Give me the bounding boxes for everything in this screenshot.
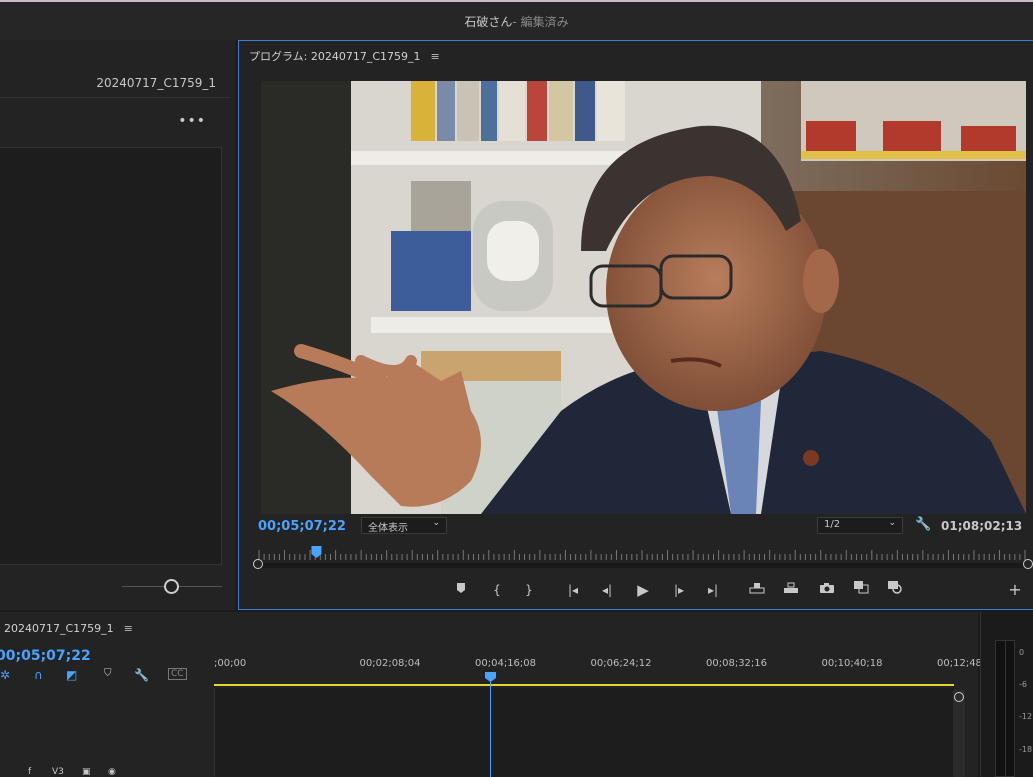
panel-menu-icon[interactable]: ≡	[124, 622, 133, 635]
captions-icon[interactable]: CC	[168, 668, 187, 680]
step-forward-button[interactable]: |▸	[667, 579, 691, 601]
track-label-v3[interactable]: V3	[52, 767, 64, 777]
scrub-bar-start-handle[interactable]	[253, 559, 263, 569]
program-scrub-bar[interactable]	[257, 563, 1031, 568]
track-header-v3: f V3 ▣ ◉	[0, 764, 214, 777]
meter-label-6: -6	[1019, 680, 1027, 689]
meter-label-12: -12	[1019, 712, 1033, 721]
ruler-label: 00;10;40;18	[821, 658, 883, 669]
panel-menu-icon[interactable]: ≡	[431, 50, 440, 63]
program-monitor-tab[interactable]: プログラム: 20240717_C1759_1 ≡	[249, 48, 440, 64]
timeline-track-area[interactable]	[214, 688, 954, 777]
zoom-level-value: 全体表示	[368, 523, 408, 534]
source-clip-name[interactable]: 20240717_C1759_1	[96, 76, 216, 90]
audio-meter-bars	[995, 640, 1015, 777]
program-current-timecode[interactable]: 00;05;07;22	[258, 519, 346, 534]
add-marker-icon[interactable]: ⛉	[104, 668, 112, 679]
toggle-track-output-icon[interactable]: ▣	[82, 767, 91, 777]
video-frame	[261, 81, 1026, 514]
go-to-out-button[interactable]: ▸|	[701, 579, 725, 601]
export-frame-camera-icon[interactable]	[815, 579, 839, 601]
video-frame-image	[261, 81, 1026, 514]
meter-label-18: -18	[1019, 745, 1033, 754]
meter-label-0: 0	[1019, 648, 1025, 657]
timeline-settings-wrench-icon[interactable]: 🔧	[134, 668, 149, 682]
work-area-bar[interactable]	[214, 684, 954, 686]
timeline-sequence-tab[interactable]: 20240717_C1759_1 ≡	[4, 622, 133, 635]
playback-resolution-value: 1/2	[824, 519, 841, 530]
program-time-ruler[interactable]	[257, 546, 1027, 562]
timeline-sequence-name: 20240717_C1759_1	[4, 622, 114, 635]
edited-status: - 編集済み	[512, 15, 569, 29]
step-back-button[interactable]: ◂|	[595, 579, 619, 601]
play-button[interactable]: ▶	[631, 579, 655, 601]
source-preview-area	[0, 147, 222, 565]
eye-icon[interactable]: ◉	[108, 767, 116, 777]
chevron-down-icon: ⌄	[432, 518, 440, 528]
timeline-ruler-labels[interactable]: ;00;00 00;02;08;04 00;04;16;08 00;06;24;12 0…	[214, 658, 998, 678]
ruler-label: 00;04;16;08	[475, 658, 537, 669]
chevron-down-icon: ⌄	[888, 518, 896, 528]
mark-in-button[interactable]: {	[485, 579, 509, 601]
program-monitor-panel: プログラム: 20240717_C1759_1 ≡ 00;05;07;22 全体…	[238, 40, 1033, 610]
linked-selection-icon[interactable]: ◩	[66, 668, 77, 682]
more-options-icon[interactable]: •••	[178, 113, 206, 129]
timeline-current-timecode[interactable]: 00;05;07;22	[0, 648, 91, 664]
extract-button[interactable]	[779, 579, 803, 601]
timeline-vertical-scrollbar[interactable]	[953, 690, 965, 777]
nest-sequence-icon[interactable]: ✲	[0, 668, 10, 682]
mark-out-button[interactable]: }	[517, 579, 541, 601]
ruler-label: ;00;00	[214, 658, 247, 669]
title-bar: 石破さん- 編集済み	[0, 0, 1033, 40]
add-marker-button[interactable]	[449, 579, 473, 601]
settings-wrench-icon[interactable]: 🔧	[915, 517, 931, 532]
ruler-label: 00;06;24;12	[590, 658, 652, 669]
program-tab-label: プログラム: 20240717_C1759_1	[249, 50, 421, 63]
zoom-slider-handle[interactable]	[164, 579, 179, 594]
timeline-tools: ✲ ∩ ◩ ⛉ 🔧 CC	[0, 668, 200, 684]
source-panel-header: 20240717_C1759_1	[0, 70, 230, 98]
timeline-playhead-handle[interactable]	[485, 672, 496, 682]
source-monitor-panel: 20240717_C1759_1 •••	[0, 40, 236, 610]
ruler-label: 00;08;32;16	[706, 658, 768, 669]
button-editor-add-icon[interactable]: +	[1003, 579, 1027, 601]
toggle-sync-lock-icon[interactable]: f	[28, 767, 31, 777]
window-title: 石破さん- 編集済み	[0, 13, 1033, 30]
snap-magnet-icon[interactable]: ∩	[34, 668, 43, 682]
playback-resolution-select[interactable]: 1/2 ⌄	[817, 517, 903, 534]
compare-view-icon[interactable]	[849, 579, 873, 601]
zoom-level-select[interactable]: 全体表示 ⌄	[361, 517, 447, 534]
vr-view-icon[interactable]	[883, 579, 907, 601]
project-name: 石破さん	[464, 15, 513, 29]
timeline-zoom-handle[interactable]	[954, 692, 964, 702]
go-to-in-button[interactable]: |◂	[561, 579, 585, 601]
ruler-label: 00;02;08;04	[359, 658, 421, 669]
lift-button[interactable]	[745, 579, 769, 601]
program-duration: 01;08;02;13	[941, 519, 1023, 533]
timeline-panel: 20240717_C1759_1 ≡ 00;05;07;22 ✲ ∩ ◩ ⛉ 🔧 …	[0, 612, 998, 777]
timeline-playhead-line[interactable]	[490, 674, 491, 777]
scrub-bar-end-handle[interactable]	[1023, 559, 1033, 569]
audio-meter-panel: 0 -6 -12 -18	[980, 612, 1033, 777]
